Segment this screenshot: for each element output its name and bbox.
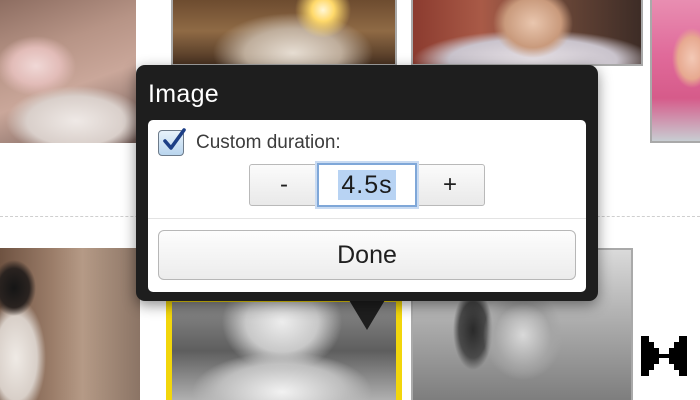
popover-arrow [349,300,385,330]
done-button[interactable]: Done [158,230,576,280]
duration-stepper: - + 4.5s [249,163,487,208]
photo-grid-stage: Image Custom duration: - + 4.5s Done [0,0,700,400]
photo-thumbnail[interactable] [171,0,397,66]
custom-duration-checkbox[interactable] [158,128,186,156]
popover-title: Image [148,80,219,108]
photo-thumbnail[interactable] [0,0,136,143]
image-settings-popover: Image Custom duration: - + 4.5s Done [136,65,598,301]
decrement-button[interactable]: - [249,164,319,206]
custom-duration-label: Custom duration: [196,132,341,153]
popover-separator [148,218,586,219]
bowtie-icon [641,336,687,376]
increment-button[interactable]: + [415,164,485,206]
check-icon [163,128,186,150]
popover-body: Custom duration: - + 4.5s Done [148,120,586,292]
photo-thumbnail[interactable] [411,0,643,66]
custom-duration-row[interactable]: Custom duration: [158,128,341,157]
duration-input[interactable]: 4.5s [317,163,417,207]
photo-thumbnail[interactable] [650,0,700,143]
photo-thumbnail[interactable] [0,248,140,400]
duration-value: 4.5s [338,170,396,200]
